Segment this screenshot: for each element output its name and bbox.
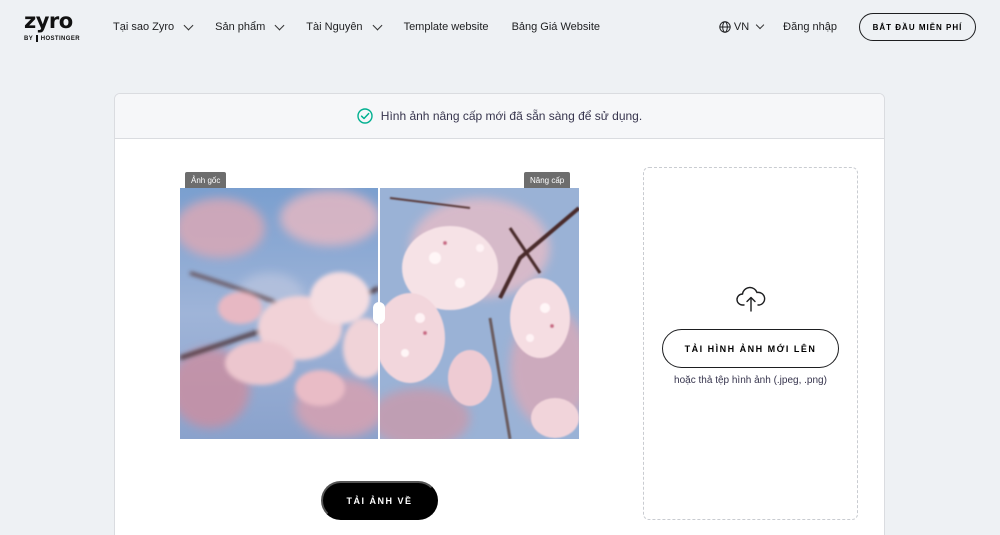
- chevron-down-icon: [183, 20, 194, 30]
- nav-label: Tài Nguyên: [306, 21, 363, 33]
- chevron-down-icon: [274, 20, 285, 30]
- chevron-down-icon: [372, 20, 383, 30]
- header-actions: VN Đăng nhập BẮT ĐẦU MIỄN PHÍ: [719, 13, 976, 41]
- nav-item-pricing[interactable]: Bảng Giá Website: [512, 18, 600, 36]
- top-header: zyro BY HOSTINGER Tại sao Zyro Sản phẩm …: [0, 0, 1000, 54]
- upload-dropzone[interactable]: TẢI HÌNH ẢNH MỚI LÊN hoặc thả tệp hình ả…: [643, 167, 858, 520]
- language-code: VN: [733, 21, 750, 33]
- nav-label: Bảng Giá Website: [511, 21, 601, 33]
- start-free-button[interactable]: BẮT ĐẦU MIỄN PHÍ: [859, 13, 976, 41]
- hostinger-icon: [36, 35, 38, 42]
- logo-wordmark: zyro: [24, 9, 73, 33]
- main-nav: Tại sao Zyro Sản phẩm Tài Nguyên Templat…: [113, 18, 623, 36]
- logo-parent-text: HOSTINGER: [40, 35, 80, 42]
- before-after-compare[interactable]: [180, 188, 579, 439]
- globe-icon: [719, 21, 731, 33]
- nav-label: Sản phẩm: [215, 21, 266, 33]
- logo-byline: BY HOSTINGER: [24, 35, 80, 42]
- logo-by-text: BY: [24, 35, 34, 42]
- nav-label: Template website: [403, 21, 489, 33]
- enhanced-label-tag: Nâng cấp: [524, 172, 571, 188]
- nav-label: Tại sao Zyro: [113, 21, 175, 33]
- language-selector[interactable]: VN: [719, 20, 765, 33]
- check-circle-icon: [357, 108, 373, 124]
- success-banner: Hình ảnh nâng cấp mới đã sẵn sàng để sử …: [115, 94, 884, 139]
- download-image-button[interactable]: TẢI ẢNH VỀ: [321, 481, 438, 520]
- upload-new-image-button[interactable]: TẢI HÌNH ẢNH MỚI LÊN: [662, 329, 839, 368]
- nav-item-why-zyro[interactable]: Tại sao Zyro: [113, 18, 194, 36]
- zyro-logo[interactable]: zyro BY HOSTINGER: [24, 11, 80, 45]
- login-link[interactable]: Đăng nhập: [783, 21, 837, 33]
- cloud-upload-icon: [736, 286, 766, 312]
- image-enhancer-card: Hình ảnh nâng cấp mới đã sẵn sàng để sử …: [114, 93, 885, 535]
- success-message: Hình ảnh nâng cấp mới đã sẵn sàng để sử …: [380, 109, 643, 123]
- original-label-tag: Ảnh gốc: [185, 172, 227, 188]
- compare-slider-handle[interactable]: [373, 302, 385, 324]
- chevron-down-icon: [755, 20, 765, 30]
- upload-hint-text: hoặc thả tệp hình ảnh (.jpeg, .png): [674, 375, 827, 386]
- nav-item-templates[interactable]: Template website: [404, 18, 489, 36]
- nav-item-resources[interactable]: Tài Nguyên: [306, 18, 383, 36]
- nav-item-products[interactable]: Sản phẩm: [215, 18, 285, 36]
